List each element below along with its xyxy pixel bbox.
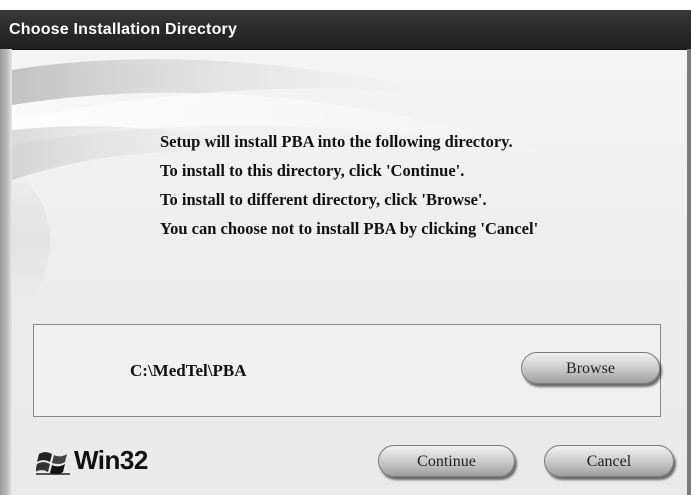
browse-button[interactable]: Browse (521, 352, 660, 384)
install-directory-path: C:\MedTel\PBA (130, 361, 247, 380)
left-edge-shading (0, 49, 12, 495)
background-swoosh (12, 59, 572, 320)
continue-button[interactable]: Continue (378, 445, 515, 477)
top-strip (0, 0, 691, 10)
cancel-button[interactable]: Cancel (544, 445, 674, 477)
instruction-line-1: Setup will install PBA into the followin… (160, 132, 513, 151)
installer-dialog: Choose Installation Directory Setup will… (0, 0, 691, 495)
instructions-text: Setup will install PBA into the followin… (160, 127, 538, 243)
right-edge-border (687, 49, 691, 495)
dialog-content: Setup will install PBA into the followin… (12, 50, 687, 495)
directory-panel: C:\MedTel\PBA Browse (33, 324, 661, 417)
window-title: Choose Installation Directory (9, 21, 238, 38)
logo-text: Win32 (74, 445, 148, 475)
title-bar[interactable]: Choose Installation Directory (0, 10, 691, 50)
win32-logo: Win32 (36, 443, 176, 479)
windows-flag-icon (36, 452, 70, 475)
instruction-line-2: To install to this directory, click 'Con… (160, 161, 465, 180)
instruction-line-4: You can choose not to install PBA by cli… (160, 219, 539, 238)
instruction-line-3: To install to different directory, click… (160, 190, 487, 209)
